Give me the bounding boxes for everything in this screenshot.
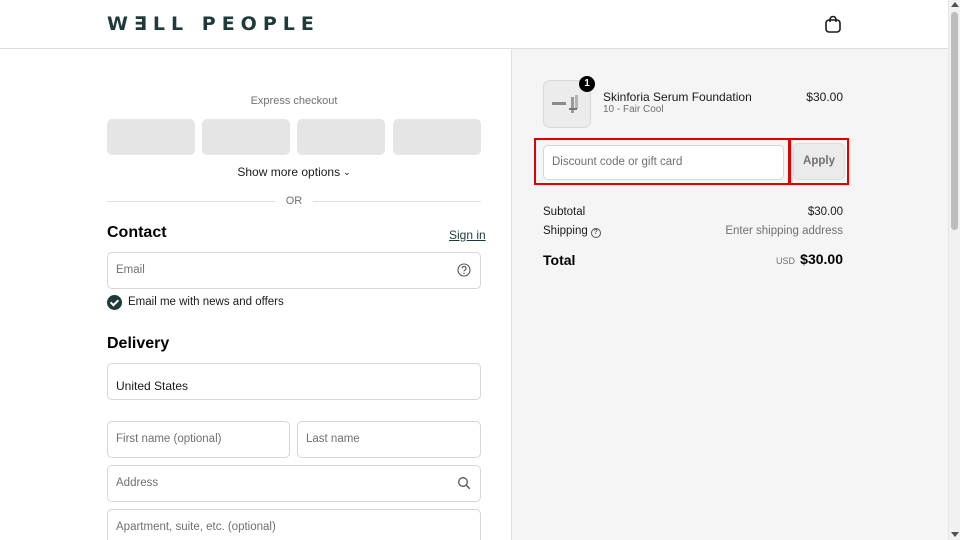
checkout-form: Express checkout Show more options ⌄ OR C… <box>0 49 511 540</box>
express-pay-button-4[interactable] <box>393 119 481 155</box>
shipping-row: Shipping? Enter shipping address <box>543 225 843 241</box>
country-value: United States <box>116 379 189 393</box>
total-value: $30.00 <box>800 251 843 267</box>
total-label: Total <box>543 252 576 268</box>
country-select[interactable]: United States <box>107 363 481 400</box>
email-placeholder: Email <box>116 264 145 276</box>
contact-heading: Contact <box>107 224 167 241</box>
address-placeholder: Address <box>116 477 159 489</box>
first-name-field[interactable]: First name (optional) <box>107 421 290 458</box>
shipping-label-group: Shipping? <box>543 225 601 238</box>
first-name-placeholder: First name (optional) <box>116 433 222 445</box>
discount-placeholder: Discount code or gift card <box>552 156 683 168</box>
express-pay-button-3[interactable] <box>297 119 385 155</box>
express-checkout-title: Express checkout <box>250 95 338 107</box>
header: W∃LL PEOPLE <box>0 0 948 49</box>
last-name-placeholder: Last name <box>306 433 360 445</box>
product-name: Skinforia Serum Foundation <box>603 90 752 104</box>
subtotal-row: Subtotal $30.00 <box>543 206 843 222</box>
email-field[interactable]: Email <box>107 252 481 289</box>
product-variant: 10 - Fair Cool <box>603 104 664 115</box>
delivery-heading: Delivery <box>107 335 170 352</box>
express-pay-button-2[interactable] <box>202 119 290 155</box>
divider-line-right <box>313 201 481 202</box>
scroll-up-arrow-icon[interactable] <box>951 2 959 7</box>
total-row: Total USD $30.00 <box>543 250 843 270</box>
shopping-bag-icon[interactable] <box>825 15 841 33</box>
discount-code-field[interactable]: Discount code or gift card <box>543 145 784 180</box>
shipping-value: Enter shipping address <box>725 225 843 237</box>
address-field[interactable]: Address <box>107 465 481 502</box>
scroll-down-arrow-icon[interactable] <box>951 532 959 537</box>
or-divider: OR <box>107 194 481 208</box>
newsletter-label: Email me with news and offers <box>128 296 284 308</box>
total-currency: USD <box>775 256 795 266</box>
newsletter-checkbox[interactable] <box>107 295 122 310</box>
info-icon[interactable]: ? <box>590 228 601 238</box>
apply-highlight-box: Apply <box>789 138 849 185</box>
discount-highlight-box: Discount code or gift card <box>534 138 790 185</box>
apply-button[interactable]: Apply <box>793 143 845 180</box>
checkout-page: W∃LL PEOPLE Express checkout Show more o… <box>0 0 960 540</box>
quantity-badge: 1 <box>579 76 595 92</box>
subtotal-label: Subtotal <box>543 206 586 218</box>
express-pay-button-1[interactable] <box>107 119 195 155</box>
last-name-field[interactable]: Last name <box>297 421 481 458</box>
product-price: $30.00 <box>806 90 843 104</box>
order-summary: 1 Skinforia Serum Foundation 10 - Fair C… <box>511 49 948 540</box>
apartment-field[interactable]: Apartment, suite, etc. (optional) <box>107 509 481 540</box>
show-more-options-link[interactable]: Show more options ⌄ <box>107 165 481 179</box>
sign-in-link[interactable]: Sign in <box>449 228 486 242</box>
scrollbar-thumb[interactable] <box>951 12 958 230</box>
chevron-down-icon: ⌄ <box>343 167 351 177</box>
search-icon <box>458 477 471 490</box>
subtotal-value: $30.00 <box>807 206 843 218</box>
store-logo[interactable]: W∃LL PEOPLE <box>107 13 320 35</box>
help-icon[interactable] <box>457 263 471 277</box>
shipping-label: Shipping <box>543 225 588 237</box>
show-more-label: Show more options <box>237 165 341 179</box>
page-scrollbar[interactable] <box>948 0 960 540</box>
apartment-placeholder: Apartment, suite, etc. (optional) <box>116 521 276 533</box>
